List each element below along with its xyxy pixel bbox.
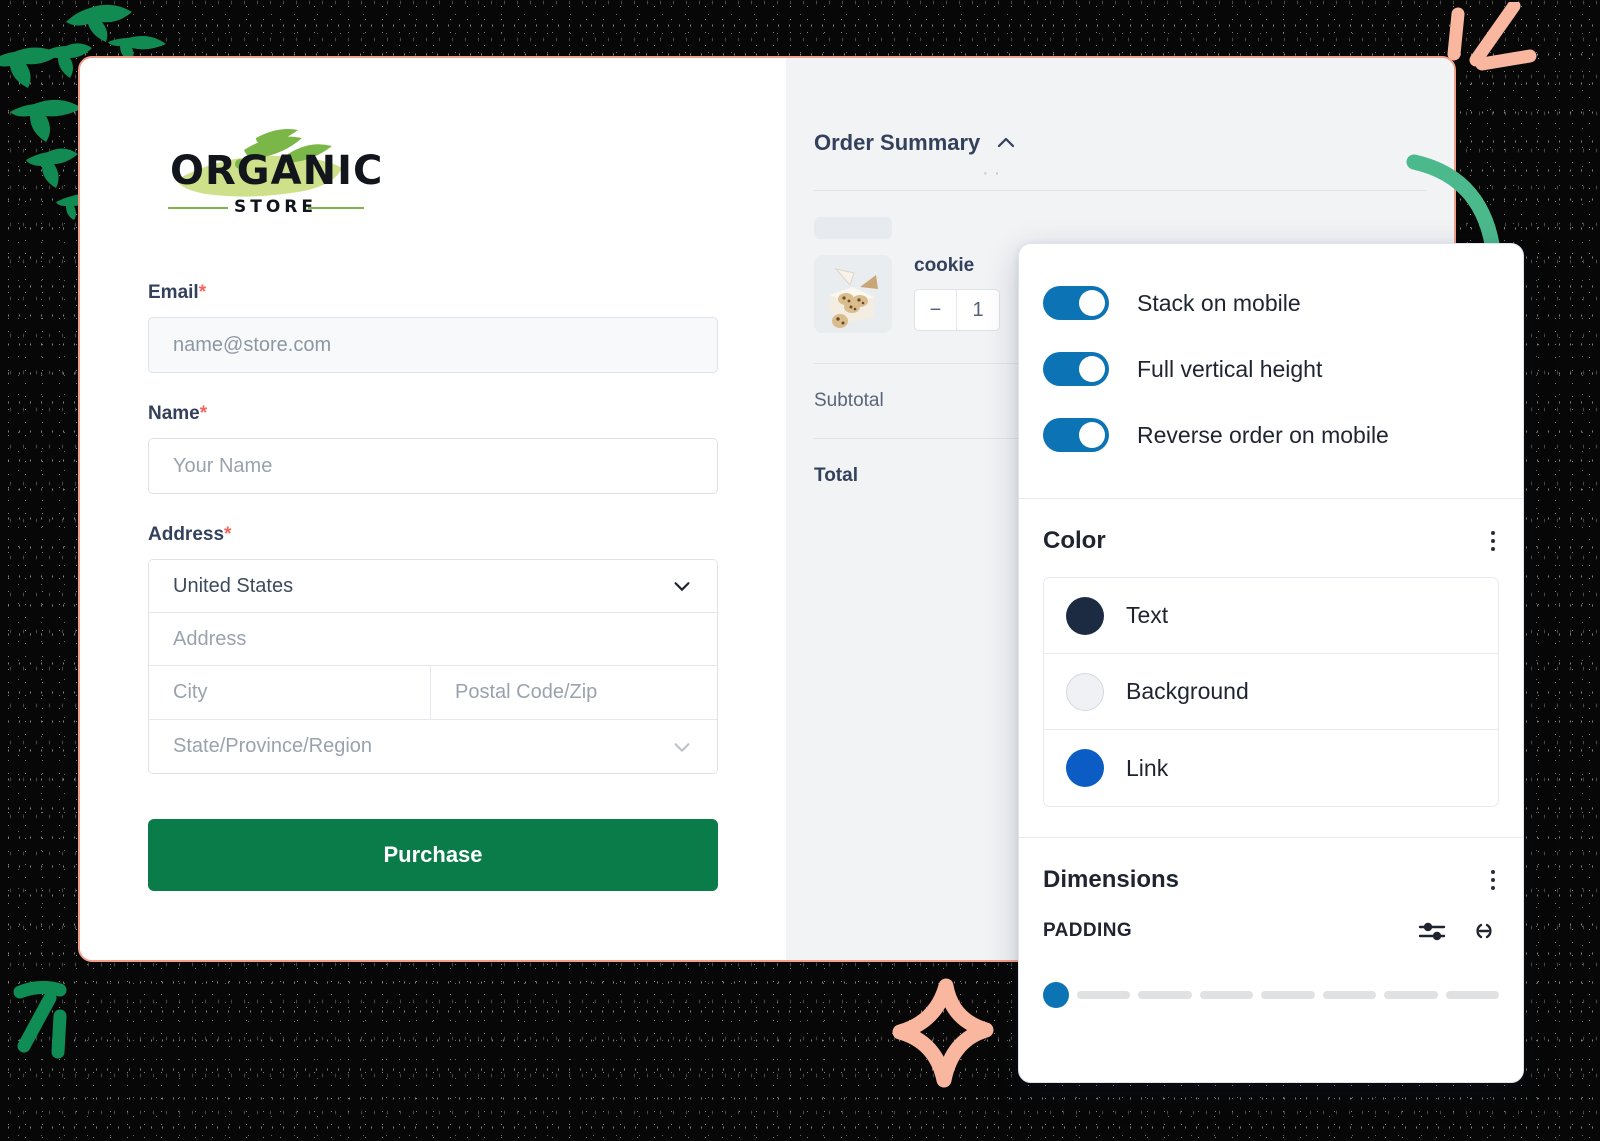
email-label-text: Email: [148, 282, 199, 303]
street-placeholder: Address: [173, 627, 247, 650]
checkout-form-pane: ORGANIC STORE Email* name@store.com Name: [80, 58, 786, 960]
padding-label: PADDING: [1043, 920, 1133, 941]
email-required-mark: *: [198, 282, 207, 303]
swatch-label: Text: [1126, 602, 1169, 628]
color-swatch[interactable]: [1066, 672, 1104, 711]
dimensions-section: Dimensions PADDING: [1019, 837, 1523, 1008]
color-swatch-list: Text Background Link: [1043, 577, 1499, 807]
city-postal-row: City Postal Code/Zip: [149, 666, 717, 720]
address-required-mark: *: [224, 524, 232, 545]
padding-row: PADDING: [1043, 916, 1499, 946]
city-placeholder: City: [173, 681, 208, 703]
star-sparkle-doodle: [892, 978, 994, 1088]
quantity-decrement-button[interactable]: −: [915, 290, 957, 330]
toggle-switch-on[interactable]: [1043, 286, 1109, 320]
sliders-icon[interactable]: [1417, 916, 1447, 946]
street-input[interactable]: Address: [149, 613, 717, 666]
chevron-down-icon-state: [674, 742, 690, 752]
state-select[interactable]: State/Province/Region: [149, 720, 717, 773]
placeholder-dots: ··: [982, 162, 1006, 184]
toggle-label: Reverse order on mobile: [1137, 421, 1389, 448]
order-item-details: cookie − 1: [914, 255, 1000, 331]
dimensions-section-header: Dimensions: [1043, 866, 1499, 894]
slider-thumb[interactable]: [1043, 982, 1069, 1008]
email-placeholder: name@store.com: [173, 333, 332, 356]
city-input[interactable]: City: [149, 666, 431, 719]
quantity-value[interactable]: 1: [957, 290, 999, 330]
stroke-doodle-top-right: [1447, 2, 1537, 71]
address-fieldset: United States Address City Postal Code/Z…: [148, 559, 718, 774]
country-select[interactable]: United States: [149, 560, 717, 613]
chevron-down-icon: [674, 582, 690, 591]
name-field-group: Name* Your Name: [148, 403, 718, 494]
name-label: Name*: [148, 403, 718, 425]
name-placeholder: Your Name: [173, 454, 273, 477]
kebab-menu-icon[interactable]: [1487, 866, 1499, 894]
product-thumbnail: [814, 255, 892, 333]
slider-segment[interactable]: [1322, 991, 1377, 999]
address-label-text: Address: [148, 524, 225, 545]
settings-panel: Stack on mobile Full vertical height Rev…: [1018, 243, 1524, 1083]
link-icon[interactable]: [1469, 916, 1499, 946]
email-input[interactable]: name@store.com: [148, 317, 718, 373]
name-label-text: Name: [148, 403, 200, 424]
slider-segment[interactable]: [1199, 991, 1254, 999]
organic-store-logo: ORGANIC STORE: [148, 124, 448, 224]
email-label: Email*: [148, 282, 718, 304]
state-placeholder: State/Province/Region: [173, 735, 373, 757]
name-input[interactable]: Your Name: [148, 438, 718, 494]
slider-segment[interactable]: [1445, 991, 1499, 999]
slider-segment[interactable]: [1261, 991, 1315, 999]
color-section-title: Color: [1043, 527, 1106, 554]
toggle-label: Stack on mobile: [1137, 289, 1301, 316]
stroke-doodle-bottom-left: [13, 980, 67, 1059]
dimensions-section-title: Dimensions: [1043, 866, 1180, 893]
skeleton-placeholder-bar: [814, 217, 892, 239]
order-summary-divider: [814, 190, 1426, 191]
order-summary-header[interactable]: Order Summary: [786, 130, 1454, 156]
address-label: Address*: [148, 524, 718, 546]
subtotal-label: Subtotal: [814, 390, 884, 411]
quantity-stepper[interactable]: − 1: [914, 289, 1000, 331]
logo-wordmark: ORGANIC: [170, 148, 383, 194]
swatch-row-text[interactable]: Text: [1044, 578, 1498, 654]
name-required-mark: *: [199, 403, 208, 424]
color-swatch[interactable]: [1066, 749, 1104, 787]
slider-segment[interactable]: [1077, 991, 1131, 999]
padding-slider[interactable]: [1043, 982, 1499, 1008]
email-field-group: Email* name@store.com: [148, 282, 718, 373]
purchase-button[interactable]: Purchase: [148, 819, 718, 891]
address-field-group: Address* United States Address City Post…: [148, 524, 718, 774]
chevron-up-icon[interactable]: [994, 131, 1018, 155]
toggle-switch-on[interactable]: [1043, 352, 1109, 386]
swatch-row-link[interactable]: Link: [1044, 730, 1498, 806]
order-item-name: cookie: [914, 255, 975, 276]
order-summary-title: Order Summary: [814, 130, 981, 155]
swatch-row-background[interactable]: Background: [1044, 654, 1498, 730]
toggle-list: Stack on mobile Full vertical height Rev…: [1019, 244, 1523, 498]
postal-input[interactable]: Postal Code/Zip: [431, 666, 717, 719]
padding-row-icons: [1417, 916, 1499, 946]
toggle-reverse-order-on-mobile[interactable]: Reverse order on mobile: [1019, 402, 1523, 468]
toggle-label: Full vertical height: [1137, 355, 1323, 382]
kebab-menu-icon[interactable]: [1487, 527, 1499, 555]
swatch-label: Link: [1126, 754, 1169, 781]
postal-placeholder: Postal Code/Zip: [455, 681, 598, 703]
toggle-stack-on-mobile[interactable]: Stack on mobile: [1019, 270, 1523, 336]
purchase-button-label: Purchase: [383, 842, 483, 867]
swatch-label: Background: [1126, 678, 1249, 704]
slider-segment[interactable]: [1384, 991, 1438, 999]
toggle-full-vertical-height[interactable]: Full vertical height: [1019, 336, 1523, 402]
slider-segment[interactable]: [1138, 991, 1192, 999]
color-section-header: Color: [1043, 527, 1499, 555]
country-value: United States: [173, 574, 294, 597]
toggle-switch-on[interactable]: [1043, 418, 1109, 452]
screenshot-root: ORGANIC STORE Email* name@store.com Name: [0, 0, 1600, 1141]
color-section: Color Text Background Link: [1019, 498, 1523, 807]
color-swatch[interactable]: [1066, 596, 1104, 635]
logo-subwordmark: STORE: [234, 197, 317, 217]
total-label: Total: [814, 465, 858, 486]
